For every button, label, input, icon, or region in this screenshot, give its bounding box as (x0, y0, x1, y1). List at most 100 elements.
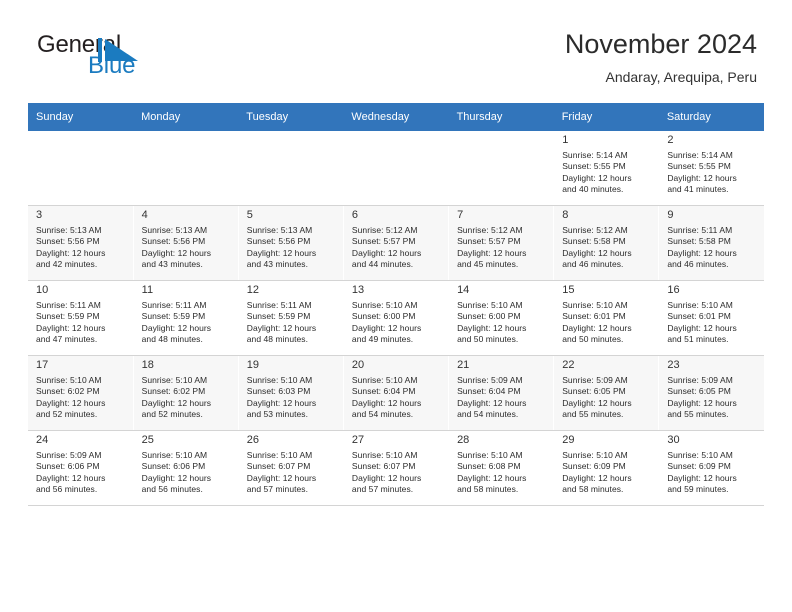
calendar-day-cell[interactable]: 14 Sunrise: 5:10 AM Sunset: 6:00 PM Dayligh… (448, 280, 555, 356)
day-daylight1-text: Daylight: 12 hours (457, 397, 527, 408)
day-sunrise-text: Sunrise: 5:10 AM (667, 450, 733, 460)
day-sunrise-text: Sunrise: 5:11 AM (667, 225, 733, 235)
calendar-day-cell[interactable]: 27 Sunrise: 5:10 AM Sunset: 6:07 PM Dayligh… (343, 430, 450, 506)
calendar-day-cell[interactable]: 26 Sunrise: 5:10 AM Sunset: 6:07 PM Dayligh… (238, 430, 344, 506)
calendar-day-cell[interactable]: 3 Sunrise: 5:13 AM Sunset: 5:56 PM Daylight… (28, 205, 134, 281)
day-daylight1-text: Daylight: 12 hours (246, 247, 317, 258)
day-sunrise-text: Sunrise: 5:14 AM (667, 150, 733, 160)
day-daylight1-text: Daylight: 12 hours (36, 397, 106, 408)
day-number: 21 (457, 359, 470, 371)
day-sun-info: Sunrise: 5:10 AM Sunset: 6:08 PM Daylight:… (457, 450, 548, 496)
day-sunrise-text: Sunrise: 5:10 AM (246, 450, 313, 460)
day-sun-info: Sunrise: 5:12 AM Sunset: 5:57 PM Daylight:… (352, 225, 443, 271)
day-sunrise-text: Sunrise: 5:12 AM (457, 225, 523, 235)
calendar-week-row: 1 Sunrise: 5:14 AM Sunset: 5:55 PM Daylight… (28, 131, 764, 206)
day-sun-info: Sunrise: 5:12 AM Sunset: 5:57 PM Daylight:… (457, 225, 548, 271)
calendar-day-cell[interactable]: 16 Sunrise: 5:10 AM Sunset: 6:01 PM Dayligh… (658, 280, 764, 356)
day-daylight1-text: Daylight: 12 hours (667, 472, 737, 483)
calendar-day-cell[interactable]: 11 Sunrise: 5:11 AM Sunset: 5:59 PM Dayligh… (133, 280, 239, 356)
calendar-day-cell[interactable]: 19 Sunrise: 5:10 AM Sunset: 6:03 PM Dayligh… (238, 355, 344, 431)
day-number: 7 (457, 209, 464, 221)
day-number: 26 (246, 434, 260, 446)
calendar-day-cell[interactable]: 9 Sunrise: 5:11 AM Sunset: 5:58 PM Daylight… (658, 205, 764, 281)
day-sun-info: Sunrise: 5:10 AM Sunset: 6:06 PM Daylight:… (142, 450, 233, 496)
day-daylight1-text: Daylight: 12 hours (667, 322, 737, 333)
day-number: 17 (36, 359, 49, 371)
calendar-day-cell[interactable]: 10 Sunrise: 5:11 AM Sunset: 5:59 PM Dayligh… (28, 280, 134, 356)
day-sunset-text: Sunset: 6:02 PM (36, 386, 100, 397)
day-number: 29 (562, 434, 575, 446)
day-daylight2-text: and 43 minutes. (246, 259, 309, 270)
day-daylight1-text: Daylight: 12 hours (246, 472, 317, 483)
day-sun-info: Sunrise: 5:13 AM Sunset: 5:56 PM Daylight:… (247, 225, 338, 271)
calendar-day-cell[interactable]: 15 Sunrise: 5:10 AM Sunset: 6:01 PM Dayligh… (553, 280, 660, 356)
day-daylight2-text: and 48 minutes. (246, 334, 309, 345)
calendar-day-cell[interactable]: 29 Sunrise: 5:10 AM Sunset: 6:09 PM Dayligh… (553, 430, 660, 506)
day-sun-info: Sunrise: 5:10 AM Sunset: 6:09 PM Daylight:… (667, 450, 759, 496)
day-sunset-text: Sunset: 6:07 PM (246, 461, 311, 472)
calendar-day-cell[interactable]: 6 Sunrise: 5:12 AM Sunset: 5:57 PM Daylight… (343, 205, 450, 281)
day-sunrise-text: Sunrise: 5:12 AM (562, 225, 628, 235)
calendar-day-cell[interactable]: 30 Sunrise: 5:10 AM Sunset: 6:09 PM Dayligh… (658, 430, 764, 506)
calendar-day-cell[interactable]: 20 Sunrise: 5:10 AM Sunset: 6:04 PM Dayligh… (343, 355, 450, 431)
day-sunset-text: Sunset: 6:09 PM (562, 461, 626, 472)
calendar-day-cell[interactable]: 21 Sunrise: 5:09 AM Sunset: 6:04 PM Dayligh… (448, 355, 555, 431)
day-daylight2-text: and 44 minutes. (351, 259, 414, 270)
day-daylight1-text: Daylight: 12 hours (141, 472, 212, 483)
day-sunrise-text: Sunrise: 5:13 AM (36, 225, 102, 235)
weekday-header-saturday: Saturday (658, 103, 764, 131)
day-sun-info: Sunrise: 5:10 AM Sunset: 6:01 PM Daylight:… (562, 300, 653, 346)
day-sunset-text: Sunset: 6:04 PM (351, 386, 416, 397)
day-daylight2-text: and 52 minutes. (141, 409, 203, 420)
calendar-day-cell[interactable]: 24 Sunrise: 5:09 AM Sunset: 6:06 PM Dayligh… (28, 430, 134, 506)
calendar-day-cell[interactable]: 5 Sunrise: 5:13 AM Sunset: 5:56 PM Daylight… (238, 205, 344, 281)
calendar-day-cell[interactable]: 7 Sunrise: 5:12 AM Sunset: 5:57 PM Daylight… (448, 205, 555, 281)
day-sun-info: Sunrise: 5:09 AM Sunset: 6:05 PM Daylight:… (562, 375, 653, 421)
day-sunset-text: Sunset: 6:05 PM (667, 386, 731, 397)
day-sun-info: Sunrise: 5:10 AM Sunset: 6:07 PM Daylight:… (247, 450, 338, 496)
calendar-day-cell[interactable]: 25 Sunrise: 5:10 AM Sunset: 6:06 PM Dayligh… (133, 430, 239, 506)
brand-logo[interactable]: General Blue (32, 33, 292, 89)
calendar-week-row: 24 Sunrise: 5:09 AM Sunset: 6:06 PM Dayligh… (28, 430, 764, 506)
day-daylight2-text: and 57 minutes. (246, 484, 309, 495)
calendar-day-cell[interactable]: 13 Sunrise: 5:10 AM Sunset: 6:00 PM Dayligh… (343, 280, 450, 356)
day-number: 4 (141, 209, 148, 221)
day-daylight2-text: and 52 minutes. (36, 409, 98, 420)
day-sunrise-text: Sunrise: 5:09 AM (36, 450, 102, 460)
calendar-day-cell[interactable]: 18 Sunrise: 5:10 AM Sunset: 6:02 PM Dayligh… (133, 355, 239, 431)
day-sunrise-text: Sunrise: 5:13 AM (141, 225, 208, 235)
day-daylight1-text: Daylight: 12 hours (141, 322, 212, 333)
day-number: 10 (36, 284, 49, 296)
day-number: 27 (351, 434, 365, 446)
calendar-day-cell[interactable]: 28 Sunrise: 5:10 AM Sunset: 6:08 PM Dayligh… (448, 430, 555, 506)
calendar-day-cell[interactable]: 17 Sunrise: 5:10 AM Sunset: 6:02 PM Dayligh… (28, 355, 134, 431)
day-daylight2-text: and 50 minutes. (562, 334, 624, 345)
day-sunrise-text: Sunrise: 5:10 AM (141, 375, 208, 385)
day-sunrise-text: Sunrise: 5:10 AM (351, 375, 418, 385)
day-sunrise-text: Sunrise: 5:12 AM (351, 225, 418, 235)
day-sunrise-text: Sunrise: 5:14 AM (562, 150, 628, 160)
calendar-day-cell[interactable]: 4 Sunrise: 5:13 AM Sunset: 5:56 PM Daylight… (133, 205, 239, 281)
day-sunset-text: Sunset: 5:55 PM (667, 161, 731, 172)
day-daylight1-text: Daylight: 12 hours (36, 247, 106, 258)
calendar-day-cell[interactable]: 8 Sunrise: 5:12 AM Sunset: 5:58 PM Daylight… (553, 205, 660, 281)
day-daylight2-text: and 54 minutes. (351, 409, 414, 420)
calendar-empty-cell (28, 131, 134, 206)
page-title: November 2024 (564, 29, 757, 59)
day-daylight1-text: Daylight: 12 hours (351, 247, 422, 258)
calendar-day-cell[interactable]: 22 Sunrise: 5:09 AM Sunset: 6:05 PM Dayligh… (553, 355, 660, 431)
day-sunrise-text: Sunrise: 5:10 AM (246, 375, 313, 385)
day-sun-info: Sunrise: 5:11 AM Sunset: 5:59 PM Daylight:… (36, 300, 128, 346)
calendar-day-cell[interactable]: 2 Sunrise: 5:14 AM Sunset: 5:55 PM Daylight… (658, 131, 764, 206)
calendar-day-cell[interactable]: 1 Sunrise: 5:14 AM Sunset: 5:55 PM Daylight… (553, 131, 660, 206)
calendar-week-row: 3 Sunrise: 5:13 AM Sunset: 5:56 PM Daylight… (28, 205, 764, 281)
day-sun-info: Sunrise: 5:10 AM Sunset: 6:03 PM Daylight:… (247, 375, 338, 421)
day-number: 19 (246, 359, 260, 371)
calendar-day-cell[interactable]: 12 Sunrise: 5:11 AM Sunset: 5:59 PM Dayligh… (238, 280, 344, 356)
day-sun-info: Sunrise: 5:12 AM Sunset: 5:58 PM Daylight:… (562, 225, 653, 271)
day-sun-info: Sunrise: 5:10 AM Sunset: 6:02 PM Daylight:… (36, 375, 128, 421)
day-sunset-text: Sunset: 6:06 PM (141, 461, 206, 472)
calendar-day-cell[interactable]: 23 Sunrise: 5:09 AM Sunset: 6:05 PM Dayligh… (658, 355, 764, 431)
day-sunset-text: Sunset: 5:56 PM (246, 236, 311, 247)
day-sunset-text: Sunset: 6:09 PM (667, 461, 731, 472)
